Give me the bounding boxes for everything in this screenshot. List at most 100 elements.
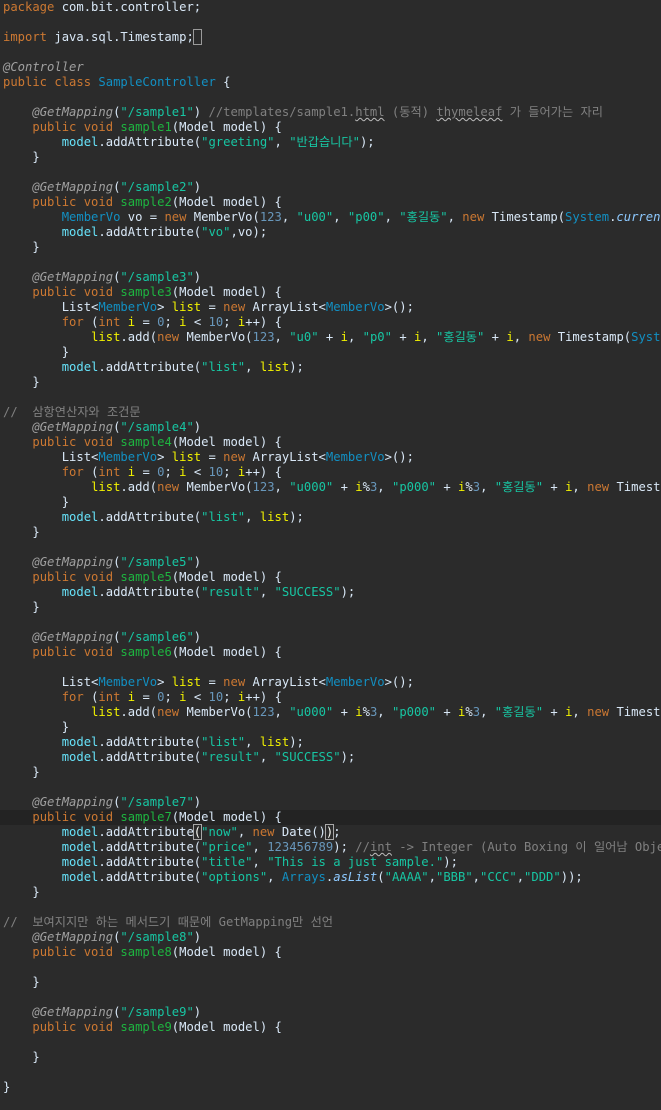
string-token: "vo" xyxy=(201,225,231,239)
type-token: MemberVo xyxy=(98,675,158,689)
code-line[interactable]: @Controller xyxy=(3,60,84,75)
code-line[interactable]: public void sample2(Model model) { xyxy=(3,195,282,210)
code-line[interactable]: model.addAttribute("list", list); xyxy=(3,360,304,375)
code-line[interactable]: public void sample6(Model model) { xyxy=(3,645,282,660)
code-line[interactable]: public void sample4(Model model) { xyxy=(3,435,282,450)
code-line[interactable]: } xyxy=(3,525,39,540)
variable-token: i xyxy=(127,315,136,329)
code-line[interactable]: for (int i = 0; i < 10; i++) { xyxy=(3,690,282,705)
code-text: ); xyxy=(443,855,458,869)
number-token: 3 xyxy=(472,480,481,494)
code-line[interactable]: } xyxy=(3,150,39,165)
code-text: .addAttribute( xyxy=(98,840,202,854)
code-line[interactable]: public class SampleController { xyxy=(3,75,230,90)
code-text: } xyxy=(3,600,40,614)
code-line[interactable]: public void sample9(Model model) { xyxy=(3,1020,282,1035)
code-line[interactable]: } xyxy=(3,720,69,735)
code-text: + xyxy=(391,330,414,344)
code-line[interactable]: } xyxy=(3,1050,39,1065)
variable-token: i xyxy=(355,480,363,494)
keyword-token: for xyxy=(61,690,92,704)
code-line[interactable]: model.addAttribute("now", new Date()); xyxy=(3,824,341,840)
code-line[interactable]: } xyxy=(3,765,39,780)
code-line[interactable]: @GetMapping("/sample9") xyxy=(3,1005,201,1020)
code-line[interactable]: package com.bit.controller; xyxy=(3,0,201,15)
code-line[interactable]: list.add(new MemberVo(123, "u000" + i%3,… xyxy=(3,480,661,495)
code-line[interactable]: @GetMapping("/sample8") xyxy=(3,930,201,945)
code-text: .addAttribute( xyxy=(98,870,202,884)
code-line[interactable]: } xyxy=(3,345,69,360)
string-token: "CCC" xyxy=(480,870,517,884)
code-line[interactable]: } xyxy=(3,975,39,990)
code-line[interactable]: MemberVo vo = new MemberVo(123, "u00", "… xyxy=(3,210,661,225)
code-text: , xyxy=(267,870,282,884)
code-line[interactable]: } xyxy=(3,600,40,615)
code-line[interactable]: } xyxy=(3,885,39,900)
code-line[interactable]: model.addAttribute("greeting", "반갑습니다"); xyxy=(3,135,375,150)
code-line[interactable]: } xyxy=(3,1080,10,1095)
code-line[interactable]: list.add(new MemberVo(123, "u0" + i, "p0… xyxy=(3,330,661,345)
code-line[interactable]: model.addAttribute("list", list); xyxy=(3,735,304,750)
comment-token: // 삼항연산자와 조건문 xyxy=(3,405,141,419)
code-line[interactable]: } xyxy=(3,495,69,510)
code-line[interactable]: // 삼항연산자와 조건문 xyxy=(3,405,141,420)
code-line[interactable]: @GetMapping("/sample1") //templates/samp… xyxy=(3,105,603,120)
variable-token: i xyxy=(127,465,136,479)
current-code-line[interactable]: public void sample7(Model model) { xyxy=(0,810,661,825)
code-text: + xyxy=(333,705,356,719)
code-line[interactable]: } xyxy=(3,240,39,255)
code-line[interactable]: for (int i = 0; i < 10; i++) { xyxy=(3,315,282,330)
code-text: ; xyxy=(164,465,180,479)
code-line[interactable]: @GetMapping("/sample2") xyxy=(3,180,201,195)
code-line[interactable]: public void sample8(Model model) { xyxy=(3,945,282,960)
code-line[interactable]: model.addAttribute("result", "SUCCESS"); xyxy=(3,750,356,765)
code-text: % xyxy=(465,480,473,494)
string-token: "p000" xyxy=(391,705,437,719)
code-line[interactable]: List<MemberVo> list = new ArrayList<Memb… xyxy=(3,675,414,690)
string-token: "p0" xyxy=(362,330,392,344)
code-line[interactable]: @GetMapping("/sample5") xyxy=(3,555,201,570)
code-line[interactable]: @GetMapping("/sample6") xyxy=(3,630,201,645)
keyword-token: new xyxy=(157,330,187,344)
string-token: "/sample4" xyxy=(120,420,194,434)
code-line[interactable]: model.addAttribute("vo",vo); xyxy=(3,225,267,240)
code-line[interactable]: public void sample1(Model model) { xyxy=(3,120,282,135)
code-line[interactable]: public void sample3(Model model) { xyxy=(3,285,282,300)
code-line[interactable]: import java.sql.Timestamp; xyxy=(3,29,203,45)
code-line[interactable]: model.addAttribute("price", 123456789); … xyxy=(3,840,661,855)
code-line[interactable]: model.addAttribute("options", Arrays.asL… xyxy=(3,870,583,885)
string-token: "p000" xyxy=(391,480,437,494)
code-text: > xyxy=(157,450,172,464)
code-line[interactable]: public void sample5(Model model) { xyxy=(3,570,282,585)
type-token: MemberVo xyxy=(325,450,385,464)
code-line[interactable]: @GetMapping("/sample3") xyxy=(3,270,201,285)
code-line[interactable]: List<MemberVo> list = new ArrayList<Memb… xyxy=(3,450,414,465)
code-text: ++) { xyxy=(245,465,282,479)
code-line[interactable]: @GetMapping("/sample4") xyxy=(3,420,201,435)
code-text: (Model model) { xyxy=(171,195,282,209)
static-member-token: asList xyxy=(333,870,378,884)
code-line[interactable]: for (int i = 0; i < 10; i++) { xyxy=(3,465,282,480)
string-token: "/sample6" xyxy=(120,630,194,644)
code-line[interactable]: model.addAttribute("result", "SUCCESS"); xyxy=(3,585,356,600)
keyword-token: public void xyxy=(32,195,121,209)
cursor-box xyxy=(192,29,203,45)
code-line[interactable]: model.addAttribute("list", list); xyxy=(3,510,304,525)
code-line[interactable]: @GetMapping("/sample7") xyxy=(3,795,201,810)
code-line[interactable]: } xyxy=(3,375,39,390)
code-text: ; xyxy=(333,825,341,839)
keyword-token: public void xyxy=(32,570,121,584)
code-line[interactable]: model.addAttribute("title", "This is a j… xyxy=(3,855,458,870)
code-editor[interactable]: package com.bit.controller; import java.s… xyxy=(0,0,661,1110)
code-line[interactable]: list.add(new MemberVo(123, "u000" + i%3,… xyxy=(3,705,661,720)
code-line[interactable]: List<MemberVo> list = new ArrayList<Memb… xyxy=(3,300,414,315)
variable-token: i xyxy=(179,465,187,479)
code-text: , xyxy=(259,750,275,764)
code-line[interactable]: // 보여지지만 하는 메서드기 때문에 GetMapping만 선언 xyxy=(3,915,333,930)
